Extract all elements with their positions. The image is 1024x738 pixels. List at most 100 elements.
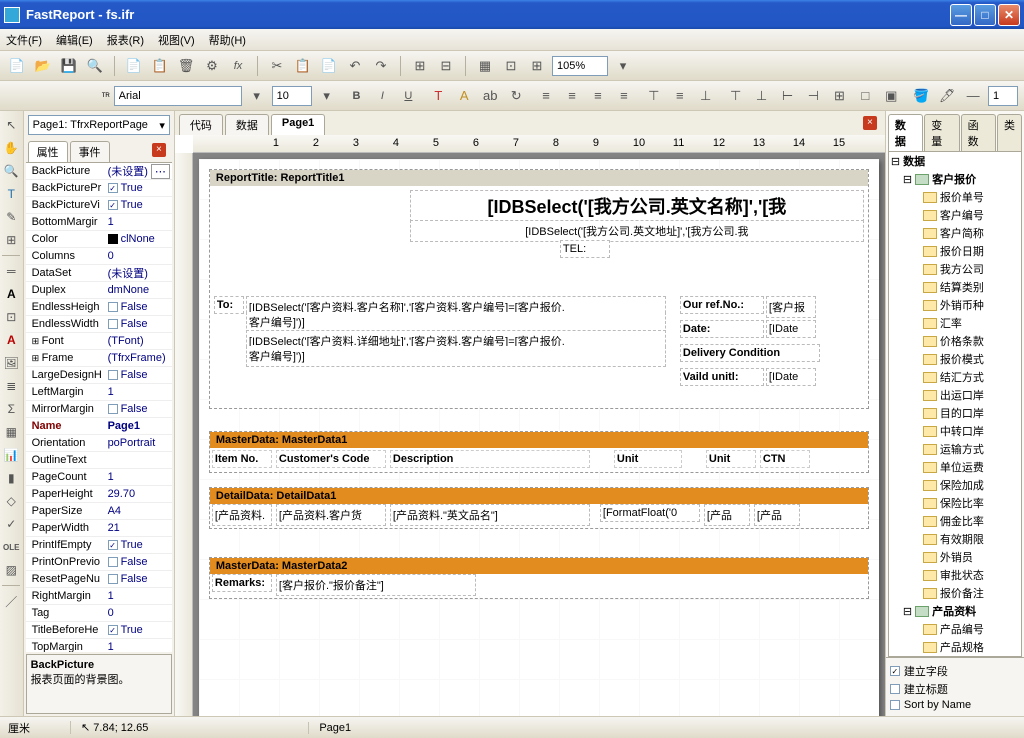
tree-field[interactable]: 保险加成 [889, 476, 1021, 494]
grid-icon[interactable]: ▦ [474, 55, 496, 77]
prop-row-PageCount[interactable]: PageCount1 [26, 469, 172, 486]
valign-top-icon[interactable]: ⊤ [643, 85, 665, 107]
menu-file[interactable]: 文件(F) [6, 32, 42, 48]
col-custcode[interactable]: Customer's Code [276, 450, 386, 468]
prop-row-LargeDesignH[interactable]: LargeDesignHFalse [26, 367, 172, 384]
prop-row-BackPictureVi[interactable]: BackPictureVi✓True [26, 197, 172, 214]
col-unit1[interactable]: Unit [614, 450, 682, 468]
memo-icon[interactable]: A [1, 284, 21, 304]
conditional-icon[interactable]: ab [479, 85, 501, 107]
band-detail-data-1[interactable]: DetailData: DetailData1 [产品资料. [产品资料.客户货… [209, 487, 869, 529]
tree-field[interactable]: 佣金比率 [889, 512, 1021, 530]
tree-field[interactable]: 结算类别 [889, 278, 1021, 296]
to-label[interactable]: To: [214, 296, 244, 314]
fit-icon[interactable]: ⊞ [526, 55, 548, 77]
sysmemo-icon[interactable]: ⊡ [1, 307, 21, 327]
border-right-icon[interactable]: ⊣ [802, 85, 824, 107]
tree-field[interactable]: 汇率 [889, 314, 1021, 332]
chart-icon[interactable]: 📊 [1, 445, 21, 465]
tree-field[interactable]: 报价单号 [889, 188, 1021, 206]
close-button[interactable]: ✕ [998, 4, 1020, 26]
property-grid[interactable]: BackPicture(未设置)⋯BackPicturePr✓TrueBackP… [26, 162, 172, 652]
zoom-tool-icon[interactable]: 🔍 [1, 161, 21, 181]
tree-field[interactable]: 外销币种 [889, 296, 1021, 314]
ole-icon[interactable]: OLE [1, 537, 21, 557]
prop-row-PrintIfEmpty[interactable]: PrintIfEmpty✓True [26, 537, 172, 554]
prop-row-TopMargin[interactable]: TopMargin1 [26, 639, 172, 652]
band-master-data-2[interactable]: MasterData: MasterData2 Remarks: [客户报价."… [209, 557, 869, 599]
prop-row-BottomMargir[interactable]: BottomMargir1 [26, 214, 172, 231]
barcode-icon[interactable]: ▮ [1, 468, 21, 488]
tree-field[interactable]: 产品编号 [889, 620, 1021, 638]
snap-icon[interactable]: ⊡ [500, 55, 522, 77]
prop-row-EndlessHeigh[interactable]: EndlessHeighFalse [26, 299, 172, 316]
valign-middle-icon[interactable]: ≡ [669, 85, 691, 107]
redo-icon[interactable]: ↷ [370, 55, 392, 77]
page-settings-icon[interactable]: ⚙ [201, 55, 223, 77]
richmemo-icon[interactable]: A [1, 330, 21, 350]
prop-row-DataSet[interactable]: DataSet(未设置) [26, 265, 172, 282]
menu-view[interactable]: 视图(V) [158, 32, 195, 48]
highlight-icon[interactable]: A [453, 85, 475, 107]
paste-icon[interactable]: 📄 [318, 55, 340, 77]
company-name-memo[interactable]: [IDBSelect('[我方公司.英文名称]','[我 [410, 190, 864, 222]
prop-row-Tag[interactable]: Tag0 [26, 605, 172, 622]
prop-row-PaperHeight[interactable]: PaperHeight29.70 [26, 486, 172, 503]
prop-row-PaperWidth[interactable]: PaperWidth21 [26, 520, 172, 537]
tree-root[interactable]: ⊟ 数据 [889, 152, 1021, 170]
remarks-label[interactable]: Remarks: [212, 574, 272, 592]
chk-sort-by-name[interactable]: Sort by Name [890, 698, 1020, 712]
tree-field[interactable]: 报价日期 [889, 242, 1021, 260]
format-tool-icon[interactable]: ⊞ [1, 230, 21, 250]
prop-row-TitleBeforeHe[interactable]: TitleBeforeHe✓True [26, 622, 172, 639]
check-icon[interactable]: ✓ [1, 514, 21, 534]
col-itemno[interactable]: Item No. [212, 450, 272, 468]
new-icon[interactable]: 📄 [6, 55, 28, 77]
rotation-icon[interactable]: ↻ [505, 85, 527, 107]
prop-row-RightMargin[interactable]: RightMargin1 [26, 588, 172, 605]
font-size-combo[interactable] [272, 86, 312, 106]
tree-field[interactable]: 有效期限 [889, 530, 1021, 548]
prop-row-Frame[interactable]: Frame(TfrxFrame) [26, 350, 172, 367]
align-right-icon[interactable]: ≡ [587, 85, 609, 107]
prop-row-ResetPageNu[interactable]: ResetPageNuFalse [26, 571, 172, 588]
object-selector[interactable]: Page1: TfrxReportPage▾ [28, 115, 170, 135]
valign-bottom-icon[interactable]: ⊥ [695, 85, 717, 107]
band-icon[interactable]: ═ [1, 261, 21, 281]
rp-tab-vars[interactable]: 变量 [924, 114, 959, 151]
valid-label[interactable]: Vaild unitl: [680, 368, 764, 386]
tree-dataset[interactable]: ⊟ 产品资料 [889, 602, 1021, 620]
cell-3[interactable]: [FormatFloat('0 [600, 504, 700, 522]
chk-create-title[interactable]: 建立标题 [890, 680, 1020, 698]
valid-memo[interactable]: [IDate [766, 368, 816, 386]
tab-data[interactable]: 数据 [225, 114, 269, 135]
save-icon[interactable]: 💾 [58, 55, 80, 77]
font-dropdown-icon[interactable]: ▾ [246, 85, 268, 107]
rp-tab-funcs[interactable]: 函数 [961, 114, 996, 151]
align-left-icon[interactable]: ≡ [535, 85, 557, 107]
remarks-memo[interactable]: [客户报价."报价备注"] [276, 574, 476, 596]
ourref-label[interactable]: Our ref.No.: [680, 296, 764, 314]
delivery-label[interactable]: Delivery Condition [680, 344, 820, 362]
picture-icon[interactable]: 🖼 [1, 353, 21, 373]
border-bottom-icon[interactable]: ⊥ [751, 85, 773, 107]
line-width-combo[interactable] [988, 86, 1018, 106]
fx-icon[interactable]: fx [227, 55, 249, 77]
open-icon[interactable]: 📂 [32, 55, 54, 77]
tree-field[interactable]: 审批状态 [889, 566, 1021, 584]
shape-icon[interactable]: ◇ [1, 491, 21, 511]
rp-tab-classes[interactable]: 类 [997, 114, 1022, 151]
prop-row-LeftMargin[interactable]: LeftMargin1 [26, 384, 172, 401]
col-ctn[interactable]: CTN [760, 450, 810, 468]
canvas-viewport[interactable]: ReportTitle: ReportTitle1 [IDBSelect('[我… [175, 153, 885, 716]
tab-events[interactable]: 事件 [70, 141, 110, 162]
line-color-icon[interactable]: 🖊 [936, 85, 958, 107]
bold-button[interactable]: B [346, 85, 368, 107]
prop-row-EndlessWidth[interactable]: EndlessWidthFalse [26, 316, 172, 333]
prop-row-Name[interactable]: NamePage1 [26, 418, 172, 435]
tabs-close-icon[interactable]: × [863, 116, 877, 130]
italic-button[interactable]: I [371, 85, 393, 107]
panel-close-icon[interactable]: × [152, 143, 166, 157]
line-icon[interactable]: ／ [1, 591, 21, 611]
new-dialog-icon[interactable]: 📋 [149, 55, 171, 77]
